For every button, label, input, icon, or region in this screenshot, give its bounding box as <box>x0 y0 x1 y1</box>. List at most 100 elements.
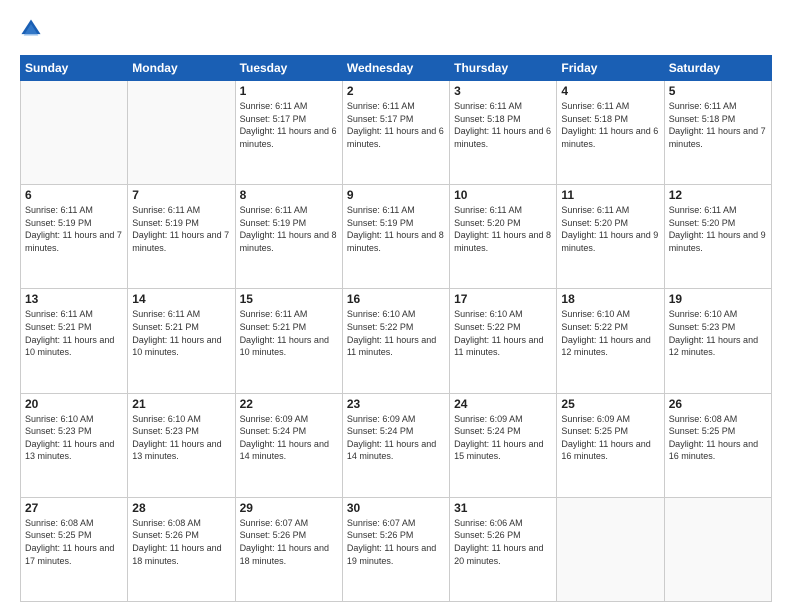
page: SundayMondayTuesdayWednesdayThursdayFrid… <box>0 0 792 612</box>
day-info: Sunrise: 6:11 AM Sunset: 5:18 PM Dayligh… <box>561 100 659 150</box>
day-number: 1 <box>240 84 338 98</box>
day-number: 13 <box>25 292 123 306</box>
calendar-cell: 6 Sunrise: 6:11 AM Sunset: 5:19 PM Daylig… <box>21 185 128 289</box>
day-info: Sunrise: 6:11 AM Sunset: 5:19 PM Dayligh… <box>240 204 338 254</box>
calendar-header-row: SundayMondayTuesdayWednesdayThursdayFrid… <box>21 56 772 81</box>
calendar-cell: 8Sunrise: 6:11 AM Sunset: 5:19 PM Daylig… <box>235 185 342 289</box>
calendar-cell: 30 Sunrise: 6:07 AM Sunset: 5:26 PM Dayli… <box>342 497 449 601</box>
day-info: Sunrise: 6:11 AM Sunset: 5:17 PM Dayligh… <box>347 100 445 150</box>
calendar-cell: 18 Sunrise: 6:10 AM Sunset: 5:22 PM Dayli… <box>557 289 664 393</box>
calendar-cell: 5 Sunrise: 6:11 AM Sunset: 5:18 PM Daylig… <box>664 81 771 185</box>
day-info: Sunrise: 6:11 AM Sunset: 5:19 PM Dayligh… <box>25 204 123 254</box>
day-number: 29 <box>240 501 338 515</box>
day-info: Sunrise: 6:10 AM Sunset: 5:23 PM Dayligh… <box>25 413 123 463</box>
day-info: Sunrise: 6:10 AM Sunset: 5:22 PM Dayligh… <box>561 308 659 358</box>
day-number: 20 <box>25 397 123 411</box>
calendar-week-row: 27Sunrise: 6:08 AM Sunset: 5:25 PM Dayli… <box>21 497 772 601</box>
calendar-cell: 4 Sunrise: 6:11 AM Sunset: 5:18 PM Daylig… <box>557 81 664 185</box>
calendar-week-row: 13 Sunrise: 6:11 AM Sunset: 5:21 PM Dayli… <box>21 289 772 393</box>
calendar-cell: 24 Sunrise: 6:09 AM Sunset: 5:24 PM Dayli… <box>450 393 557 497</box>
day-info: Sunrise: 6:09 AM Sunset: 5:24 PM Dayligh… <box>240 413 338 463</box>
weekday-header: Thursday <box>450 56 557 81</box>
day-info: Sunrise: 6:10 AM Sunset: 5:22 PM Dayligh… <box>347 308 445 358</box>
day-info: Sunrise: 6:11 AM Sunset: 5:18 PM Dayligh… <box>454 100 552 150</box>
calendar-cell <box>128 81 235 185</box>
day-info: Sunrise: 6:06 AM Sunset: 5:26 PM Dayligh… <box>454 517 552 567</box>
day-number: 11 <box>561 188 659 202</box>
calendar-cell: 14 Sunrise: 6:11 AM Sunset: 5:21 PM Dayli… <box>128 289 235 393</box>
calendar-cell: 13 Sunrise: 6:11 AM Sunset: 5:21 PM Dayli… <box>21 289 128 393</box>
day-info: Sunrise: 6:08 AM Sunset: 5:26 PM Dayligh… <box>132 517 230 567</box>
calendar-body: 1 Sunrise: 6:11 AM Sunset: 5:17 PM Daylig… <box>21 81 772 602</box>
day-number: 24 <box>454 397 552 411</box>
day-info: Sunrise: 6:10 AM Sunset: 5:23 PM Dayligh… <box>669 308 767 358</box>
calendar-cell <box>21 81 128 185</box>
calendar-week-row: 1 Sunrise: 6:11 AM Sunset: 5:17 PM Daylig… <box>21 81 772 185</box>
calendar-cell: 27Sunrise: 6:08 AM Sunset: 5:25 PM Dayli… <box>21 497 128 601</box>
day-info: Sunrise: 6:07 AM Sunset: 5:26 PM Dayligh… <box>240 517 338 567</box>
day-number: 17 <box>454 292 552 306</box>
logo-icon <box>20 18 42 40</box>
day-info: Sunrise: 6:10 AM Sunset: 5:22 PM Dayligh… <box>454 308 552 358</box>
day-number: 5 <box>669 84 767 98</box>
calendar-cell: 16 Sunrise: 6:10 AM Sunset: 5:22 PM Dayli… <box>342 289 449 393</box>
day-number: 14 <box>132 292 230 306</box>
day-number: 21 <box>132 397 230 411</box>
day-info: Sunrise: 6:11 AM Sunset: 5:17 PM Dayligh… <box>240 100 338 150</box>
day-info: Sunrise: 6:09 AM Sunset: 5:24 PM Dayligh… <box>454 413 552 463</box>
day-info: Sunrise: 6:11 AM Sunset: 5:18 PM Dayligh… <box>669 100 767 150</box>
calendar-cell: 7Sunrise: 6:11 AM Sunset: 5:19 PM Daylig… <box>128 185 235 289</box>
day-number: 31 <box>454 501 552 515</box>
calendar-cell: 11 Sunrise: 6:11 AM Sunset: 5:20 PM Dayli… <box>557 185 664 289</box>
day-number: 28 <box>132 501 230 515</box>
day-info: Sunrise: 6:09 AM Sunset: 5:24 PM Dayligh… <box>347 413 445 463</box>
day-info: Sunrise: 6:09 AM Sunset: 5:25 PM Dayligh… <box>561 413 659 463</box>
calendar-cell: 25Sunrise: 6:09 AM Sunset: 5:25 PM Dayli… <box>557 393 664 497</box>
calendar-cell: 3 Sunrise: 6:11 AM Sunset: 5:18 PM Daylig… <box>450 81 557 185</box>
calendar-cell: 23 Sunrise: 6:09 AM Sunset: 5:24 PM Dayli… <box>342 393 449 497</box>
day-number: 18 <box>561 292 659 306</box>
weekday-header: Wednesday <box>342 56 449 81</box>
calendar-week-row: 20 Sunrise: 6:10 AM Sunset: 5:23 PM Dayli… <box>21 393 772 497</box>
weekday-header: Friday <box>557 56 664 81</box>
day-number: 15 <box>240 292 338 306</box>
calendar-table: SundayMondayTuesdayWednesdayThursdayFrid… <box>20 55 772 602</box>
calendar-cell: 26Sunrise: 6:08 AM Sunset: 5:25 PM Dayli… <box>664 393 771 497</box>
calendar-cell: 1 Sunrise: 6:11 AM Sunset: 5:17 PM Daylig… <box>235 81 342 185</box>
calendar-cell: 15 Sunrise: 6:11 AM Sunset: 5:21 PM Dayli… <box>235 289 342 393</box>
calendar-cell <box>557 497 664 601</box>
day-number: 6 <box>25 188 123 202</box>
calendar-cell: 31 Sunrise: 6:06 AM Sunset: 5:26 PM Dayli… <box>450 497 557 601</box>
day-info: Sunrise: 6:11 AM Sunset: 5:21 PM Dayligh… <box>240 308 338 358</box>
day-number: 27 <box>25 501 123 515</box>
weekday-header: Monday <box>128 56 235 81</box>
day-number: 12 <box>669 188 767 202</box>
day-info: Sunrise: 6:11 AM Sunset: 5:20 PM Dayligh… <box>669 204 767 254</box>
logo <box>20 18 46 45</box>
day-info: Sunrise: 6:11 AM Sunset: 5:21 PM Dayligh… <box>25 308 123 358</box>
day-info: Sunrise: 6:11 AM Sunset: 5:20 PM Dayligh… <box>454 204 552 254</box>
calendar-cell: 19Sunrise: 6:10 AM Sunset: 5:23 PM Dayli… <box>664 289 771 393</box>
calendar-cell: 17 Sunrise: 6:10 AM Sunset: 5:22 PM Dayli… <box>450 289 557 393</box>
weekday-header: Sunday <box>21 56 128 81</box>
day-number: 16 <box>347 292 445 306</box>
header <box>20 18 772 45</box>
day-number: 3 <box>454 84 552 98</box>
day-number: 30 <box>347 501 445 515</box>
calendar-cell: 20 Sunrise: 6:10 AM Sunset: 5:23 PM Dayli… <box>21 393 128 497</box>
calendar-cell: 22 Sunrise: 6:09 AM Sunset: 5:24 PM Dayli… <box>235 393 342 497</box>
calendar-cell: 2Sunrise: 6:11 AM Sunset: 5:17 PM Daylig… <box>342 81 449 185</box>
day-number: 10 <box>454 188 552 202</box>
day-info: Sunrise: 6:07 AM Sunset: 5:26 PM Dayligh… <box>347 517 445 567</box>
calendar-cell: 10 Sunrise: 6:11 AM Sunset: 5:20 PM Dayli… <box>450 185 557 289</box>
calendar-cell: 29 Sunrise: 6:07 AM Sunset: 5:26 PM Dayli… <box>235 497 342 601</box>
day-number: 9 <box>347 188 445 202</box>
calendar-week-row: 6 Sunrise: 6:11 AM Sunset: 5:19 PM Daylig… <box>21 185 772 289</box>
day-info: Sunrise: 6:11 AM Sunset: 5:21 PM Dayligh… <box>132 308 230 358</box>
day-number: 4 <box>561 84 659 98</box>
day-info: Sunrise: 6:11 AM Sunset: 5:20 PM Dayligh… <box>561 204 659 254</box>
day-number: 23 <box>347 397 445 411</box>
day-number: 7 <box>132 188 230 202</box>
calendar-cell <box>664 497 771 601</box>
day-number: 22 <box>240 397 338 411</box>
